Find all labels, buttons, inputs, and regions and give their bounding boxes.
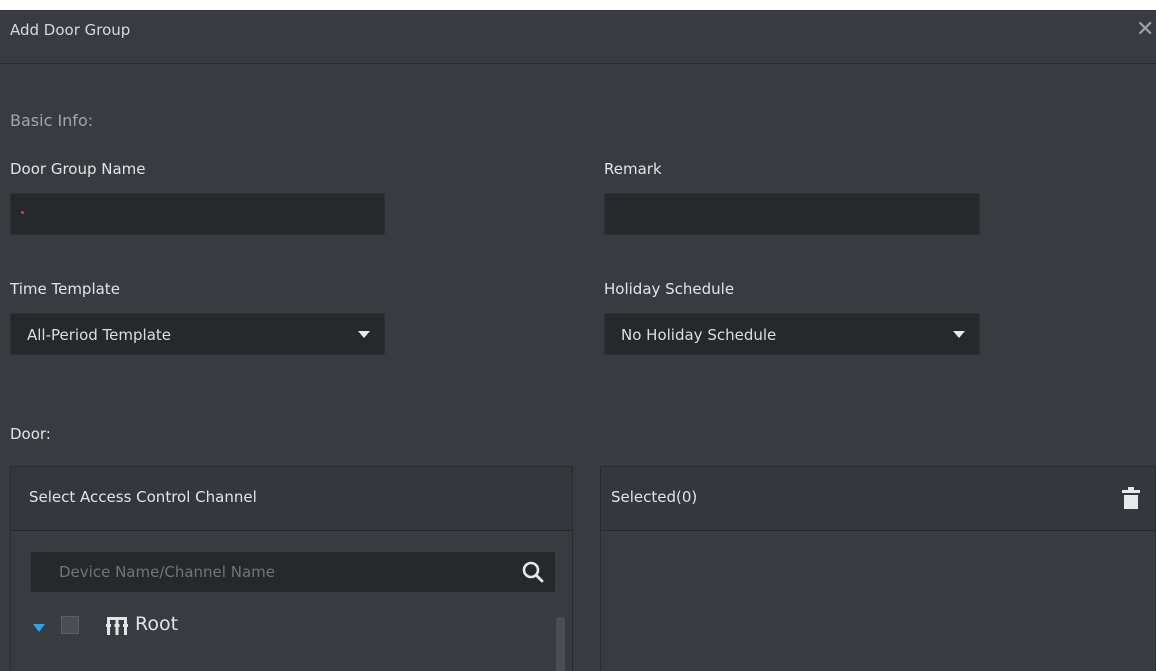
channel-panel-title: Select Access Control Channel — [29, 488, 257, 506]
door-section-label: Door: — [10, 425, 51, 443]
holiday-schedule-value: No Holiday Schedule — [621, 326, 777, 344]
access-control-channel-panel: Select Access Control Channel Device Nam… — [10, 466, 573, 671]
dialog-titlebar: Add Door Group ✕ — [0, 10, 1156, 64]
selected-panel-title: Selected(0) — [611, 488, 698, 506]
time-template-select[interactable]: All-Period Template — [10, 313, 385, 355]
time-template-label: Time Template — [10, 280, 120, 298]
required-indicator — [21, 211, 24, 214]
remark-label: Remark — [604, 160, 662, 178]
holiday-schedule-label: Holiday Schedule — [604, 280, 735, 298]
caret-down-icon — [953, 331, 965, 338]
dialog-title: Add Door Group — [10, 21, 131, 39]
organization-icon — [106, 617, 128, 635]
search-placeholder: Device Name/Channel Name — [59, 563, 275, 581]
door-group-name-input[interactable] — [10, 193, 385, 235]
root-checkbox[interactable] — [61, 616, 79, 634]
selected-channels-panel: Selected(0) — [600, 466, 1156, 671]
tree-node-root[interactable]: Root — [25, 613, 545, 644]
remark-input[interactable] — [604, 193, 980, 235]
trash-icon[interactable] — [1121, 487, 1141, 509]
tree-scrollbar[interactable] — [556, 617, 565, 671]
search-icon[interactable] — [521, 560, 545, 584]
channel-search-input[interactable]: Device Name/Channel Name — [31, 552, 555, 592]
add-door-group-dialog: Add Door Group ✕ Basic Info: Door Group … — [0, 10, 1156, 671]
selected-panel-header: Selected(0) — [601, 467, 1155, 531]
channel-panel-header: Select Access Control Channel — [11, 467, 572, 531]
triangle-down-icon[interactable] — [33, 624, 45, 632]
door-group-name-label: Door Group Name — [10, 160, 146, 178]
time-template-value: All-Period Template — [27, 326, 171, 344]
holiday-schedule-select[interactable]: No Holiday Schedule — [604, 313, 980, 355]
basic-info-label: Basic Info: — [10, 111, 94, 130]
tree-node-label: Root — [135, 613, 179, 635]
caret-down-icon — [358, 331, 370, 338]
close-icon[interactable]: ✕ — [1136, 16, 1156, 44]
